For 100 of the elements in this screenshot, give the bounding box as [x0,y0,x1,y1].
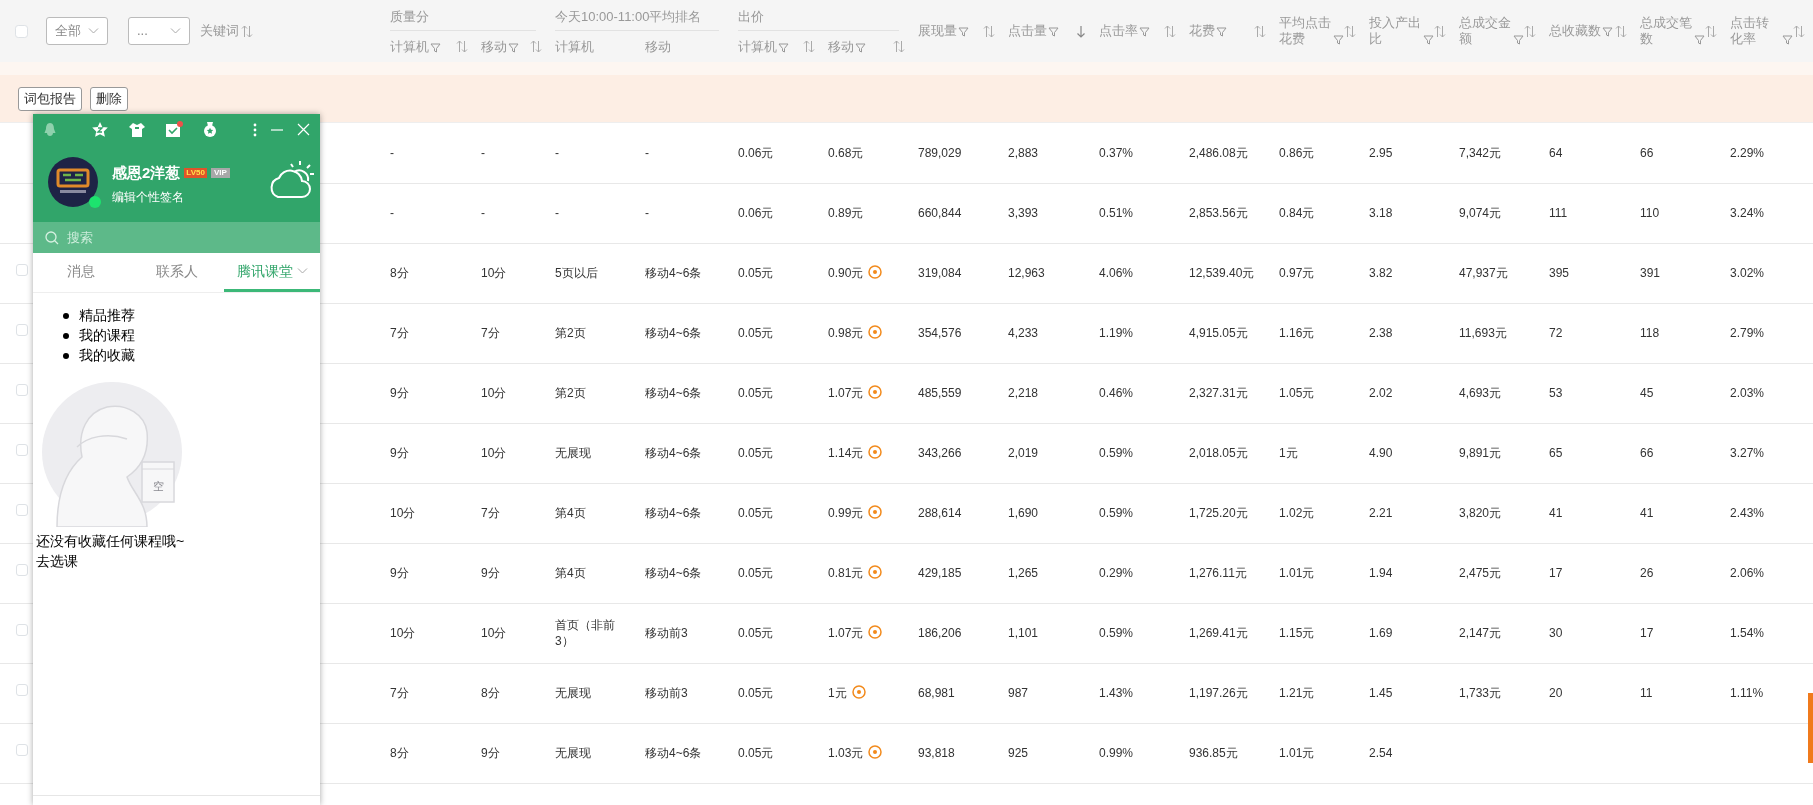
more-icon[interactable] [253,122,257,137]
filter-icon[interactable] [778,41,789,53]
target-icon[interactable] [868,625,883,639]
close-icon[interactable] [297,123,310,136]
filter-icon[interactable] [1602,26,1613,37]
filter-icon[interactable] [1333,34,1344,45]
target-icon[interactable] [851,685,866,699]
sort-icon[interactable] [1434,24,1446,38]
sort-icon[interactable] [803,40,815,53]
table-cell: 移动4~6条 [645,746,702,760]
row-checkbox[interactable] [16,444,28,456]
row-checkbox[interactable] [16,624,28,636]
table-cell: 8分 [481,686,500,700]
filter-dropdown[interactable]: 全部 [46,17,108,45]
target-icon[interactable] [868,505,883,519]
sort-icon[interactable] [893,40,905,53]
sort-icon[interactable] [456,40,468,53]
filter-icon[interactable] [430,41,441,53]
sort-icon[interactable] [983,24,995,38]
shirt-icon[interactable] [128,121,146,138]
table-cell: 11,693元 [1459,326,1507,340]
table-cell-text: - [555,144,560,161]
sort-icon[interactable] [241,24,253,38]
menu-item[interactable]: 精品推荐 [63,305,320,325]
tab[interactable]: 腾讯课堂 [224,253,320,292]
table-cell: 9,891元 [1459,446,1502,460]
table-cell: 0.06元 [738,206,774,220]
table-cell: 2,853.56元 [1189,206,1248,220]
filter-icon[interactable] [508,41,519,53]
search-field[interactable]: 搜索 [65,226,265,249]
table-cell-text: 无展现 [555,685,592,701]
filter-icon[interactable] [855,41,866,53]
row-checkbox[interactable] [16,324,28,336]
target-icon[interactable] [868,265,883,279]
signature-text[interactable]: 编辑个性签名 [112,188,184,206]
table-cell: 9分 [481,566,500,580]
sort-icon[interactable] [1344,24,1356,38]
chevron-down-icon [170,27,181,35]
filter-icon[interactable] [1694,34,1705,45]
sort-icon[interactable] [1524,24,1536,38]
filter-icon[interactable] [1216,26,1227,37]
table-cell: 72 [1549,326,1563,340]
search-bar[interactable]: 搜索 [33,222,320,253]
table-cell: 1元 [828,686,847,700]
menu-item[interactable]: 我的课程 [63,325,320,345]
sort-icon[interactable] [1164,24,1176,38]
row-checkbox[interactable] [16,504,28,516]
sort-icon[interactable] [1254,24,1266,38]
action-button[interactable]: 词包报告 [18,87,82,111]
table-cell: 4.90 [1369,446,1393,460]
sort-icon[interactable] [1615,24,1627,38]
medal-icon[interactable] [202,121,218,138]
filter-icon[interactable] [1139,26,1150,37]
table-cell: 395 [1549,266,1570,280]
target-icon[interactable] [868,325,883,339]
row-checkbox[interactable] [16,384,28,396]
filter-icon[interactable] [1782,34,1793,45]
table-cell: 9分 [390,566,409,580]
table-cell: 66 [1640,145,1654,160]
sort-icon[interactable] [1705,24,1717,38]
target-icon[interactable] [868,565,883,579]
table-cell: 485,559 [918,386,962,400]
filter-dropdown[interactable]: ... [128,17,190,45]
table-cell: 10分 [390,626,416,640]
table-cell: 354,576 [918,326,962,340]
user-name[interactable]: 感恩2洋葱 [112,162,181,185]
target-icon[interactable] [868,385,883,399]
select-all-checkbox[interactable] [15,24,28,38]
filter-icon[interactable] [1423,34,1434,45]
target-icon[interactable] [868,745,883,759]
vip-badge: VIP [210,168,230,179]
row-checkbox[interactable] [16,684,28,696]
table-cell: 41 [1549,506,1563,520]
table-cell: 41 [1640,506,1654,520]
filter-icon[interactable] [1513,34,1524,45]
table-cell: 1,265 [1008,566,1039,580]
table-cell: 0.97元 [1279,266,1315,280]
row-checkbox[interactable] [16,744,28,756]
sort-icon[interactable] [530,40,542,53]
menu-item[interactable]: 我的收藏 [63,345,320,365]
table-cell: 移动前3 [645,626,688,640]
avatar-icon[interactable] [47,156,99,208]
target-icon[interactable] [868,445,883,459]
penguin-icon[interactable] [43,122,57,137]
sort-icon[interactable] [1793,24,1805,38]
card-label: 空 [152,480,164,492]
row-checkbox[interactable] [16,564,28,576]
filter-icon[interactable] [1048,26,1059,37]
table-cell: 93,818 [918,746,955,760]
filter-icon[interactable] [958,26,969,37]
table-cell: 9分 [481,746,500,760]
column-header: 计算机 [555,38,594,55]
choose-course-link[interactable]: 去选课 [36,553,78,569]
calendar-check-icon[interactable] [165,121,183,138]
table-cell: 移动4~6条 [645,446,702,460]
row-checkbox[interactable] [16,264,28,276]
action-button[interactable]: 删除 [90,87,128,111]
star-badge-icon[interactable] [91,121,109,138]
table-cell: 移动4~6条 [645,566,702,580]
sort-descending-icon[interactable] [1076,24,1086,38]
